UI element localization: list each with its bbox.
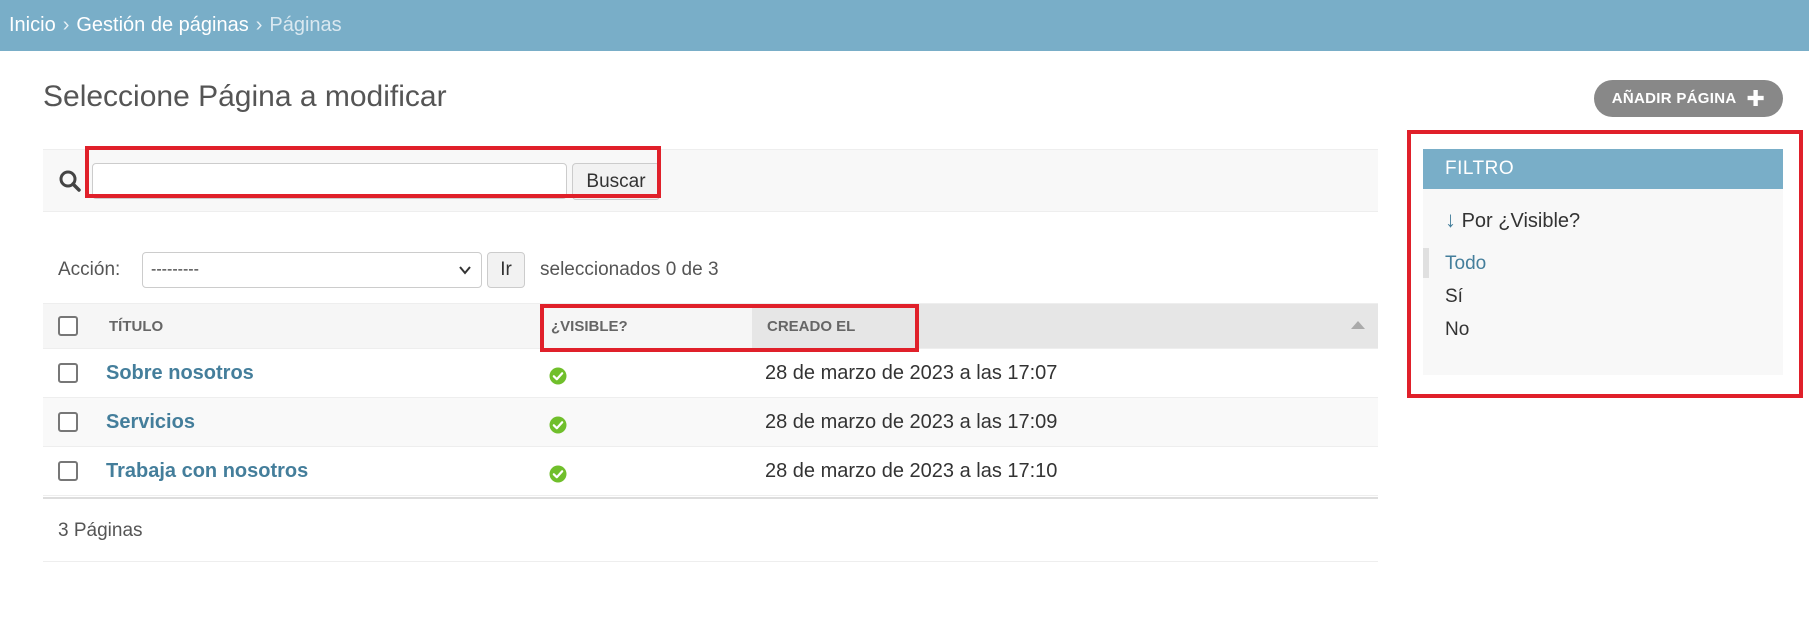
row-checkbox[interactable] — [58, 461, 78, 481]
row-title-link[interactable]: Sobre nosotros — [106, 362, 254, 385]
row-created-date: 28 de marzo de 2023 a las 17:09 — [765, 411, 1058, 433]
column-header-title[interactable]: TÍTULO — [109, 318, 163, 335]
page-title: Seleccione Página a modificar — [43, 80, 447, 113]
go-button[interactable]: Ir — [487, 252, 525, 288]
row-title-link[interactable]: Trabaja con nosotros — [106, 460, 308, 483]
table-bottom-border — [43, 497, 1378, 499]
add-page-button[interactable]: AÑADIR PÁGINA ✚ — [1594, 80, 1783, 117]
action-select-value: --------- — [151, 261, 199, 278]
filter-by-label: Por ¿Visible? — [1461, 210, 1581, 232]
check-circle-icon — [549, 416, 567, 434]
search-input[interactable] — [92, 163, 567, 199]
filter-option-no[interactable]: No — [1445, 319, 1469, 341]
search-button[interactable]: Buscar — [572, 163, 660, 200]
row-checkbox[interactable] — [58, 412, 78, 432]
select-all-checkbox[interactable] — [58, 316, 78, 336]
column-header-visible[interactable]: ¿VISIBLE? — [551, 318, 628, 335]
filter-option-all[interactable]: Todo — [1445, 253, 1486, 275]
breadcrumb: Inicio › Gestión de páginas › Páginas — [0, 0, 1809, 51]
selection-counter: seleccionados 0 de 3 — [540, 259, 719, 280]
check-circle-icon — [549, 465, 567, 483]
divider — [43, 561, 1378, 562]
breadcrumb-home-link[interactable]: Inicio — [9, 14, 56, 37]
table-row: Sobre nosotros 28 de marzo de 2023 a las… — [43, 349, 1378, 398]
result-count: 3 Páginas — [58, 520, 143, 541]
filter-by-heading: ↓ Por ¿Visible? — [1445, 207, 1580, 233]
check-circle-icon — [549, 367, 567, 385]
search-icon — [59, 170, 81, 192]
row-created-date: 28 de marzo de 2023 a las 17:07 — [765, 362, 1058, 384]
row-created-date: 28 de marzo de 2023 a las 17:10 — [765, 460, 1058, 482]
breadcrumb-section-link[interactable]: Gestión de páginas — [76, 14, 248, 37]
action-select[interactable]: --------- — [142, 252, 482, 288]
plus-icon: ✚ — [1746, 85, 1766, 111]
arrow-down-icon: ↓ — [1445, 207, 1456, 232]
chevron-down-icon — [459, 266, 471, 275]
filter-selected-indicator — [1423, 248, 1429, 278]
row-title-link[interactable]: Servicios — [106, 411, 195, 434]
breadcrumb-current: Páginas — [269, 14, 342, 36]
filter-panel: FILTRO ↓ Por ¿Visible? Todo Sí No — [1423, 149, 1783, 375]
filter-header: FILTRO — [1423, 149, 1783, 189]
search-toolbar: Buscar — [43, 149, 1378, 212]
breadcrumb-separator: › — [62, 14, 70, 36]
table-header: TÍTULO ¿VISIBLE? CREADO EL — [43, 303, 1378, 349]
filter-option-yes[interactable]: Sí — [1445, 286, 1463, 308]
table-row: Servicios 28 de marzo de 2023 a las 17:0… — [43, 398, 1378, 447]
action-label: Acción: — [58, 259, 121, 280]
table-row: Trabaja con nosotros 28 de marzo de 2023… — [43, 447, 1378, 496]
row-checkbox[interactable] — [58, 363, 78, 383]
sort-ascending-icon[interactable] — [1351, 321, 1365, 329]
column-header-created[interactable]: CREADO EL — [767, 318, 855, 335]
add-page-button-label: AÑADIR PÁGINA — [1611, 90, 1737, 107]
breadcrumb-separator: › — [255, 14, 263, 36]
